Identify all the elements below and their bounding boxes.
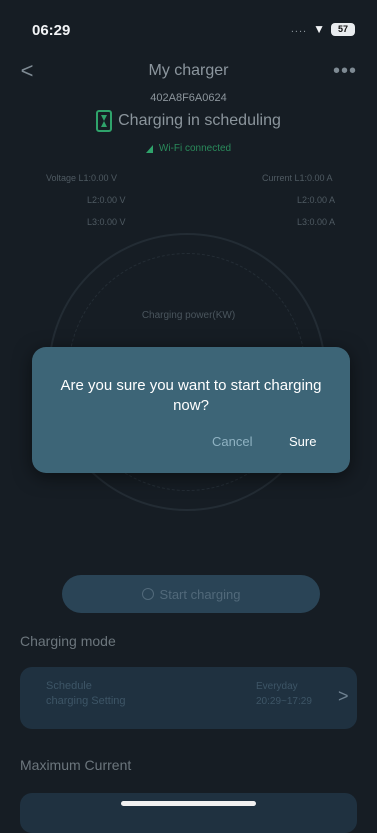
start-charging-label: Start charging xyxy=(159,586,241,602)
voltage-l1: Voltage L1:0.00 V xyxy=(46,173,118,183)
signal-icon: .... xyxy=(290,23,308,35)
charger-serial: 402A8F6A0624 xyxy=(150,92,227,104)
sure-button[interactable]: Sure xyxy=(289,434,316,449)
battery-icon: 57 xyxy=(331,22,355,36)
wifi-status: Wi-Fi connected xyxy=(0,143,377,154)
current-l1: Current L1:0.00 A xyxy=(262,173,333,183)
charger-status-text: Charging in scheduling xyxy=(118,112,281,129)
schedule-setting-label: Schedule charging Setting xyxy=(46,679,126,709)
schedule-line1: Schedule xyxy=(46,680,92,692)
voltage-l3: L3:0.00 V xyxy=(87,217,126,227)
current-l3: L3:0.00 A xyxy=(297,217,336,227)
status-time: 06:29 xyxy=(32,22,71,39)
charger-status: Charging in scheduling xyxy=(0,110,377,132)
wifi-icon: ▼ xyxy=(313,22,325,36)
voltage-l2: L2:0.00 V xyxy=(87,195,126,205)
home-indicator[interactable] xyxy=(121,801,256,806)
maximum-current-title: Maximum Current xyxy=(20,757,132,773)
dialog-message: Are you sure you want to start charging … xyxy=(60,377,322,414)
page-title: My charger xyxy=(148,62,229,79)
power-icon xyxy=(141,588,154,600)
gauge-label: Charging power(KW) xyxy=(141,310,236,321)
signal-strength-icon xyxy=(145,144,153,153)
chevron-right-icon[interactable]: > xyxy=(338,686,349,707)
start-charging-button[interactable]: Start charging xyxy=(62,575,320,613)
schedule-line2: charging Setting xyxy=(46,695,126,707)
schedule-time-range: 20:29~17:29 xyxy=(256,696,312,707)
more-options-button[interactable]: ••• xyxy=(333,60,357,83)
status-icons: .... ▼ 57 xyxy=(291,22,355,36)
wifi-status-text: Wi-Fi connected xyxy=(158,143,232,154)
current-l2: L2:0.00 A xyxy=(297,195,336,205)
cancel-button[interactable]: Cancel xyxy=(212,434,252,449)
schedule-days: Everyday xyxy=(256,681,298,692)
hourglass-icon xyxy=(96,110,113,132)
maximum-current-card[interactable] xyxy=(20,793,357,833)
charging-mode-title: Charging mode xyxy=(20,633,116,649)
schedule-time: Everyday 20:29~17:29 xyxy=(256,679,312,709)
